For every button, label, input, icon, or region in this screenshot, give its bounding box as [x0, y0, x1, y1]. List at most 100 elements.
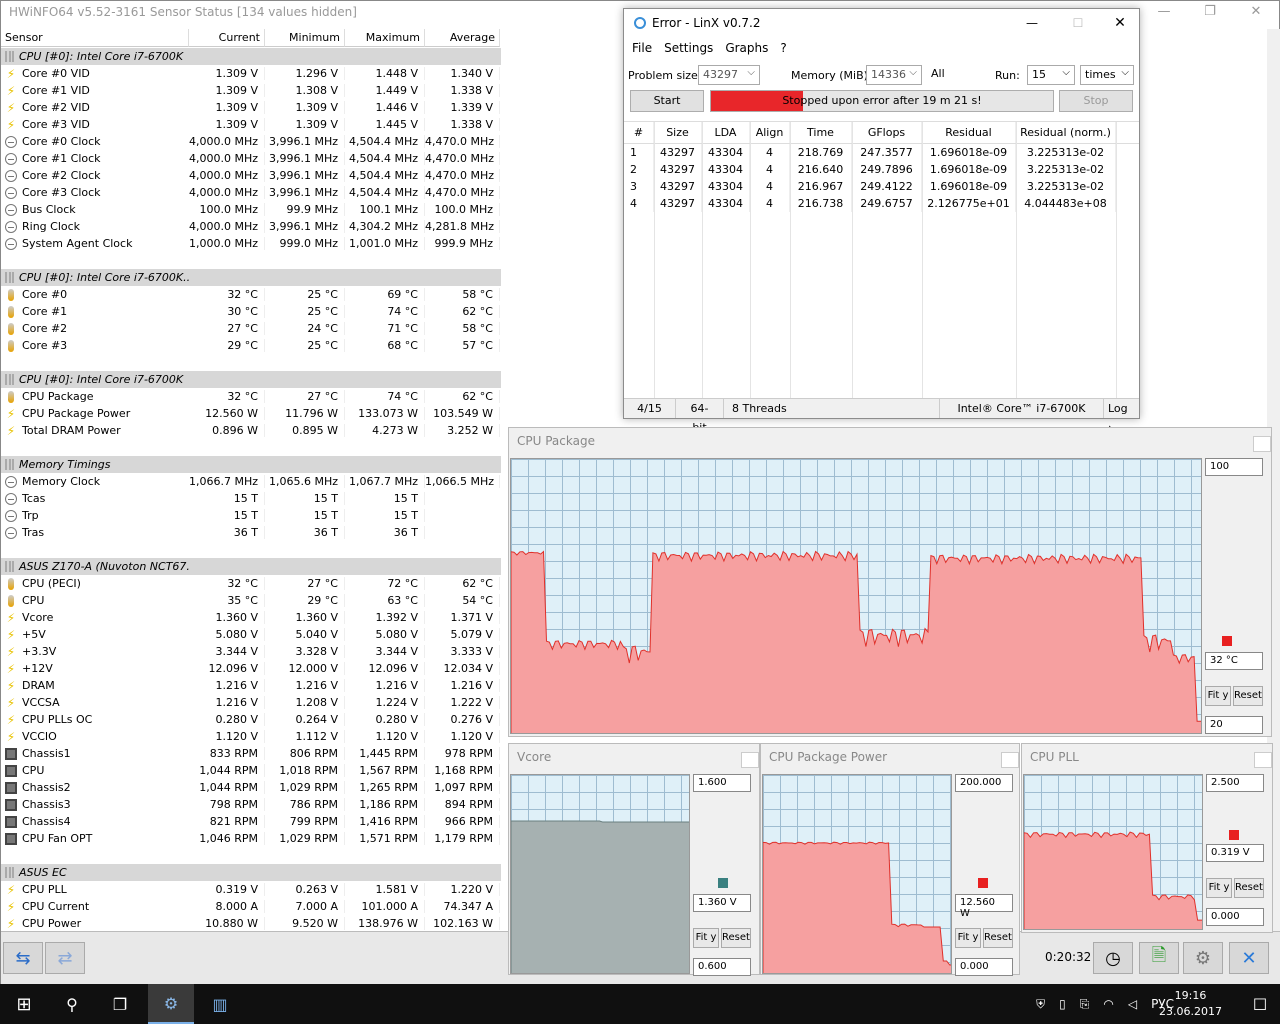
- taskbar-hwinfo-icon[interactable]: ⚙: [148, 984, 194, 1024]
- sensor-group-header[interactable]: ASUS Z170-A (Nuvoton NCT67...: [1, 558, 501, 575]
- stop-button[interactable]: Stop: [1059, 90, 1133, 112]
- sensor-row[interactable]: CPU Package 32 °C 27 °C 74 °C 62 °C: [1, 388, 501, 405]
- start-button-windows-icon[interactable]: ⊞: [0, 984, 48, 1024]
- fit-y-button[interactable]: Fit y: [955, 928, 981, 948]
- sensor-row[interactable]: Core #2 27 °C 24 °C 71 °C 58 °C: [1, 320, 501, 337]
- sensor-row[interactable]: Core #1 30 °C 25 °C 74 °C 62 °C: [1, 303, 501, 320]
- start-button[interactable]: Start: [630, 90, 704, 112]
- graph-max-value[interactable]: 1.600: [693, 774, 751, 792]
- hwinfo-close-button[interactable]: ✕: [1233, 1, 1279, 25]
- memory-select[interactable]: 14336: [866, 65, 922, 85]
- sensor-group-header[interactable]: Memory Timings: [1, 456, 501, 473]
- sensor-group-header[interactable]: CPU [#0]: Intel Core i7-6700K...: [1, 269, 501, 286]
- sensor-row[interactable]: ⚡ +5V 5.080 V 5.040 V 5.080 V 5.079 V: [1, 626, 501, 643]
- sensor-row[interactable]: Tras 36 T 36 T 36 T: [1, 524, 501, 541]
- sensor-row[interactable]: Chassis1 833 RPM 806 RPM 1,445 RPM 978 RPM: [1, 745, 501, 762]
- run-count-select[interactable]: 15: [1027, 65, 1075, 85]
- menu-file[interactable]: File: [632, 41, 652, 55]
- sensor-row[interactable]: CPU (PECI) 32 °C 27 °C 72 °C 62 °C: [1, 575, 501, 592]
- sensor-row[interactable]: ⚡ Core #3 VID 1.309 V 1.309 V 1.445 V 1.338 V: [1, 116, 501, 133]
- column-header-maximum[interactable]: Maximum: [345, 29, 425, 47]
- results-column-header[interactable]: Residual (norm.): [1016, 122, 1116, 143]
- graph-min-value[interactable]: 0.000: [955, 958, 1013, 976]
- sensor-row[interactable]: Trp 15 T 15 T 15 T: [1, 507, 501, 524]
- sensor-row[interactable]: Memory Clock 1,066.7 MHz 1,065.6 MHz 1,067.…: [1, 473, 501, 490]
- reset-button[interactable]: Reset: [1234, 878, 1264, 898]
- sensor-row[interactable]: Tcas 15 T 15 T 15 T: [1, 490, 501, 507]
- graph-close-button[interactable]: [1254, 752, 1272, 768]
- action-center-icon[interactable]: ☐: [1240, 984, 1280, 1024]
- graph-max-value[interactable]: 200.000: [955, 774, 1013, 792]
- log-report-icon[interactable]: 🗎: [1139, 942, 1179, 974]
- sensor-row[interactable]: Core #3 29 °C 25 °C 68 °C 57 °C: [1, 337, 501, 354]
- sensor-row[interactable]: System Agent Clock 1,000.0 MHz 999.0 MHz 1,…: [1, 235, 501, 252]
- sensor-row[interactable]: Core #2 Clock 4,000.0 MHz 3,996.1 MHz 4,504…: [1, 167, 501, 184]
- graph-min-value[interactable]: 0.600: [693, 958, 751, 976]
- tray-battery-icon[interactable]: ▯: [1059, 997, 1066, 1011]
- sensor-row[interactable]: ⚡ Core #0 VID 1.309 V 1.296 V 1.448 V 1.340 V: [1, 65, 501, 82]
- column-header-sensor[interactable]: Sensor: [1, 29, 189, 47]
- graph-color-swatch[interactable]: [718, 878, 728, 888]
- sensor-group-header[interactable]: CPU [#0]: Intel Core i7-6700K: [1, 48, 501, 65]
- sensor-row[interactable]: Core #3 Clock 4,000.0 MHz 3,996.1 MHz 4,504…: [1, 184, 501, 201]
- reset-button[interactable]: Reset: [721, 928, 751, 948]
- results-column-header[interactable]: LDA: [702, 122, 750, 143]
- results-column-header[interactable]: Time: [790, 122, 852, 143]
- sensor-row[interactable]: ⚡ VCCIO 1.120 V 1.112 V 1.120 V 1.120 V: [1, 728, 501, 745]
- sensor-row[interactable]: ⚡ CPU PLL 0.319 V 0.263 V 1.581 V 1.220 V: [1, 881, 501, 898]
- graph-min-value[interactable]: 0.000: [1206, 908, 1264, 926]
- sensor-group-header[interactable]: CPU [#0]: Intel Core i7-6700K: [1, 371, 501, 388]
- column-header-minimum[interactable]: Minimum: [265, 29, 345, 47]
- graph-color-swatch[interactable]: [978, 878, 988, 888]
- all-label[interactable]: All: [931, 67, 945, 80]
- sensor-row[interactable]: ⚡ +12V 12.096 V 12.000 V 12.096 V 12.034 V: [1, 660, 501, 677]
- tray-network-icon[interactable]: ⎘: [1080, 997, 1090, 1012]
- results-column-header[interactable]: Align: [750, 122, 790, 143]
- search-icon[interactable]: ⚲: [48, 984, 96, 1024]
- sensor-row[interactable]: ⚡ +3.3V 3.344 V 3.328 V 3.344 V 3.333 V: [1, 643, 501, 660]
- graph-color-swatch[interactable]: [1222, 636, 1232, 646]
- menu-graphs[interactable]: Graphs: [725, 41, 768, 55]
- run-unit-select[interactable]: times: [1080, 65, 1134, 85]
- sensor-row[interactable]: ⚡ Total DRAM Power 0.896 W 0.895 W 4.273 W 3.…: [1, 422, 501, 439]
- menu-help[interactable]: ?: [780, 41, 786, 55]
- sensor-row[interactable]: CPU 35 °C 29 °C 63 °C 54 °C: [1, 592, 501, 609]
- fit-y-button[interactable]: Fit y: [1206, 878, 1232, 898]
- sensor-row[interactable]: ⚡ Core #1 VID 1.309 V 1.308 V 1.449 V 1.338 V: [1, 82, 501, 99]
- sensor-row[interactable]: Chassis3 798 RPM 786 RPM 1,186 RPM 894 RPM: [1, 796, 501, 813]
- tray-volume-icon[interactable]: ◁: [1128, 997, 1137, 1011]
- results-column-header[interactable]: Residual: [922, 122, 1016, 143]
- sensor-row[interactable]: ⚡ Core #2 VID 1.309 V 1.309 V 1.446 V 1.339 V: [1, 99, 501, 116]
- sensor-row[interactable]: ⚡ Vcore 1.360 V 1.360 V 1.392 V 1.371 V: [1, 609, 501, 626]
- close-icon[interactable]: ✕: [1229, 942, 1269, 974]
- expand-arrows-button[interactable]: ⇆: [3, 942, 43, 974]
- hwinfo-restore-button[interactable]: ❐: [1187, 1, 1233, 25]
- linx-maximize-button[interactable]: ☐: [1066, 9, 1090, 37]
- menu-settings[interactable]: Settings: [664, 41, 713, 55]
- taskbar-linx-icon[interactable]: ▥: [196, 984, 244, 1024]
- sensor-row[interactable]: Bus Clock 100.0 MHz 99.9 MHz 100.1 MHz 100.0…: [1, 201, 501, 218]
- sensor-row[interactable]: ⚡ VCCSA 1.216 V 1.208 V 1.224 V 1.222 V: [1, 694, 501, 711]
- tray-clock[interactable]: 19:16 23.06.2017: [1159, 988, 1222, 1020]
- results-column-header[interactable]: Size: [654, 122, 702, 143]
- graph-close-button[interactable]: [1001, 752, 1019, 768]
- column-header-current[interactable]: Current: [189, 29, 265, 47]
- sensor-row[interactable]: Core #0 32 °C 25 °C 69 °C 58 °C: [1, 286, 501, 303]
- fit-y-button[interactable]: Fit y: [1205, 686, 1231, 706]
- graph-max-value[interactable]: 100: [1205, 458, 1263, 476]
- sensor-row[interactable]: ⚡ CPU PLLs OC 0.280 V 0.264 V 0.280 V 0.276 V: [1, 711, 501, 728]
- results-column-header[interactable]: #: [624, 122, 654, 143]
- graph-close-button[interactable]: [741, 752, 759, 768]
- sensor-row[interactable]: Ring Clock 4,000.0 MHz 3,996.1 MHz 4,304.2 …: [1, 218, 501, 235]
- graph-close-button[interactable]: [1253, 436, 1271, 452]
- task-view-icon[interactable]: ❐: [96, 984, 144, 1024]
- column-header-average[interactable]: Average: [425, 29, 500, 47]
- settings-gear-icon[interactable]: ⚙: [1183, 942, 1223, 974]
- sensor-row[interactable]: Core #1 Clock 4,000.0 MHz 3,996.1 MHz 4,504…: [1, 150, 501, 167]
- hwinfo-minimize-button[interactable]: —: [1141, 1, 1187, 25]
- problem-size-select[interactable]: 43297: [698, 65, 760, 85]
- graph-max-value[interactable]: 2.500: [1206, 774, 1264, 792]
- sensor-row[interactable]: CPU 1,044 RPM 1,018 RPM 1,567 RPM 1,168 RPM: [1, 762, 501, 779]
- graph-color-swatch[interactable]: [1229, 830, 1239, 840]
- tray-defender-icon[interactable]: ⛨: [1036, 997, 1045, 1012]
